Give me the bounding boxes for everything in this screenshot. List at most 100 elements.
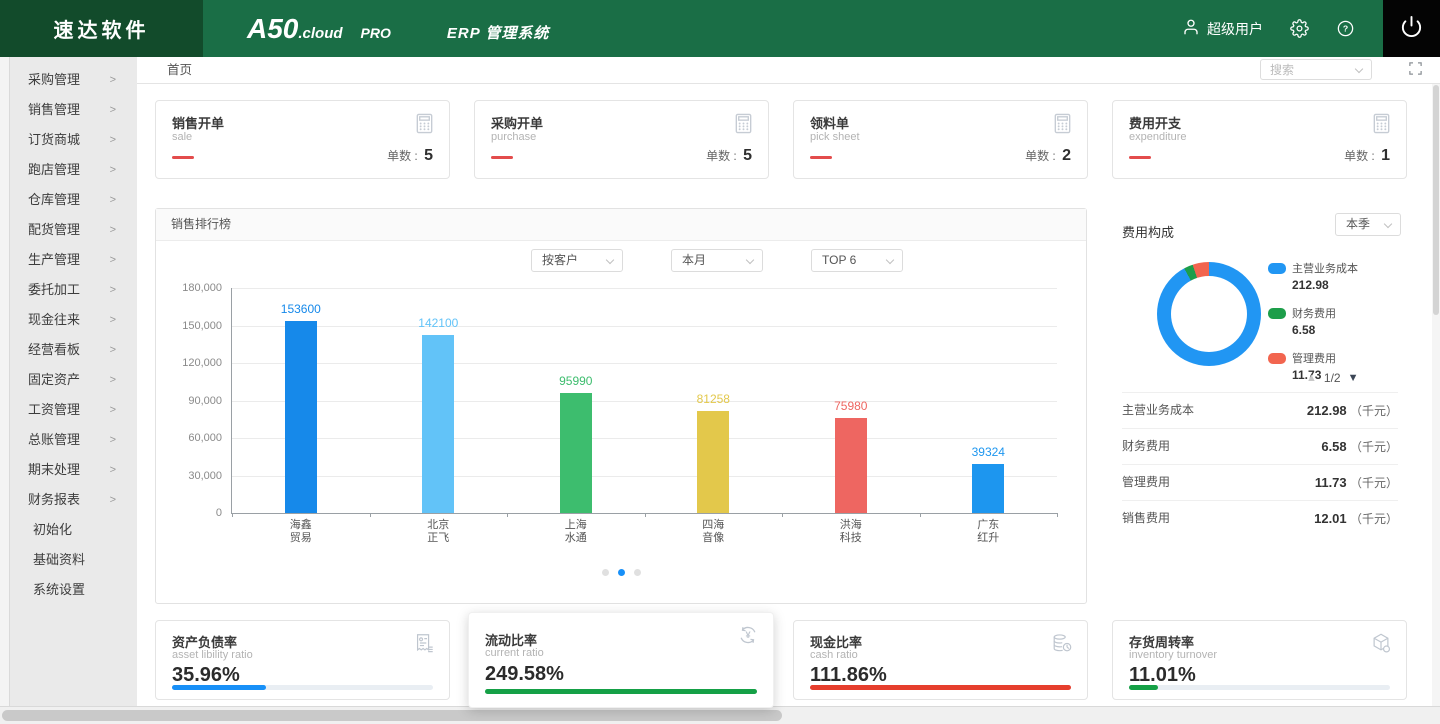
- x-axis-tick: [232, 513, 233, 517]
- count-value: 5: [743, 147, 752, 164]
- legend-label: 管理费用: [1292, 350, 1336, 366]
- pager-down-icon[interactable]: ▼: [1348, 372, 1359, 384]
- stat-card-count: 单数 : 1: [1344, 147, 1390, 165]
- gridline: [232, 401, 1057, 402]
- sidebar-item-18[interactable]: 系统设置: [10, 575, 137, 605]
- y-axis-label: 60,000: [160, 432, 222, 444]
- bar-value-label: 75980: [806, 399, 896, 413]
- ratio-card-3[interactable]: 现金比率cash ratio111.86%: [793, 620, 1088, 700]
- carousel-dot-1[interactable]: [602, 569, 609, 576]
- filter-value: 本月: [682, 253, 706, 267]
- calculator-icon: [1051, 112, 1074, 140]
- horizontal-scrollbar-thumb[interactable]: [2, 710, 782, 721]
- sidebar-item-11[interactable]: 固定资产>: [10, 365, 137, 395]
- stat-card-2[interactable]: 采购开单purchase单数 : 5: [474, 100, 769, 179]
- horizontal-scrollbar: [0, 706, 1440, 724]
- count-label: 单数 :: [706, 149, 740, 163]
- chevron-right-icon: >: [110, 305, 116, 335]
- chevron-right-icon: >: [110, 275, 116, 305]
- chevron-down-icon: [746, 256, 754, 264]
- sidebar-item-15[interactable]: 财务报表>: [10, 485, 137, 515]
- expense-row-label: 管理费用: [1122, 475, 1170, 489]
- x-axis-category-label: 四海音像: [676, 519, 750, 545]
- user-menu[interactable]: 超级用户: [1182, 18, 1263, 39]
- svg-text:?: ?: [1343, 24, 1348, 34]
- sidebar-item-17[interactable]: 基础资料: [10, 545, 137, 575]
- receipt-icon: [413, 632, 435, 659]
- ratio-card-4[interactable]: 存货周转率inventory turnover11.01%: [1112, 620, 1407, 700]
- settings-gear-icon[interactable]: [1290, 19, 1309, 38]
- help-icon[interactable]: ?: [1336, 19, 1355, 38]
- bar-value-label: 81258: [668, 392, 758, 406]
- stat-card-subtitle: purchase: [491, 131, 536, 143]
- pager-up-icon[interactable]: ▲: [1306, 372, 1317, 384]
- count-label: 单数 :: [387, 149, 421, 163]
- carousel-dot-2[interactable]: [618, 569, 625, 576]
- chevron-right-icon: >: [110, 365, 116, 395]
- sales-panel-title: 销售排行榜: [156, 209, 1086, 241]
- tab-home[interactable]: 首页: [157, 57, 202, 83]
- y-axis-label: 0: [160, 507, 222, 519]
- chart-filter-select-1[interactable]: 按客户: [531, 249, 623, 272]
- stat-card-1[interactable]: 销售开单sale单数 : 5: [155, 100, 450, 179]
- progress-track: [172, 685, 433, 690]
- y-axis-label: 180,000: [160, 282, 222, 294]
- x-axis-tick: [645, 513, 646, 517]
- logout-power-button[interactable]: [1383, 0, 1440, 57]
- progress-fill: [485, 689, 757, 694]
- y-axis-label: 90,000: [160, 395, 222, 407]
- sidebar-item-8[interactable]: 委托加工>: [10, 275, 137, 305]
- expense-panel-title: 费用构成: [1122, 222, 1174, 241]
- ratio-card-subtitle: inventory turnover: [1129, 649, 1217, 661]
- sidebar-item-14[interactable]: 期末处理>: [10, 455, 137, 485]
- expense-row-value: 6.58 （千元）: [1321, 429, 1398, 465]
- x-axis-category-label: 广东红升: [951, 519, 1025, 545]
- vertical-scrollbar: [1432, 57, 1440, 707]
- sidebar-item-10[interactable]: 经营看板>: [10, 335, 137, 365]
- sidebar-item-2[interactable]: 销售管理>: [10, 95, 137, 125]
- progress-track: [1129, 685, 1390, 690]
- expense-row-value: 212.98 （千元）: [1307, 393, 1398, 429]
- fullscreen-icon[interactable]: [1408, 61, 1423, 81]
- filter-value: TOP 6: [822, 253, 856, 267]
- count-label: 单数 :: [1025, 149, 1059, 163]
- legend-value: 212.98: [1292, 278, 1358, 292]
- ratio-card-1[interactable]: 资产负债率asset libility ratio35.96%: [155, 620, 450, 700]
- sidebar-item-6[interactable]: 配货管理>: [10, 215, 137, 245]
- sidebar-item-9[interactable]: 现金往来>: [10, 305, 137, 335]
- calculator-icon: [1370, 112, 1393, 140]
- sidebar-item-16[interactable]: 初始化: [10, 515, 137, 545]
- stat-card-subtitle: sale: [172, 131, 192, 143]
- period-filter-select[interactable]: 本季: [1335, 213, 1401, 236]
- ratio-card-subtitle: cash ratio: [810, 649, 858, 661]
- stat-card-3[interactable]: 领料单pick sheet单数 : 2: [793, 100, 1088, 179]
- ratio-card-2[interactable]: 流动比率current ratio249.58%¥: [468, 612, 774, 708]
- sidebar-item-13[interactable]: 总账管理>: [10, 425, 137, 455]
- carousel-dot-3[interactable]: [634, 569, 641, 576]
- vertical-scrollbar-thumb[interactable]: [1433, 85, 1439, 315]
- sidebar-item-7[interactable]: 生产管理>: [10, 245, 137, 275]
- filter-value: 按客户: [542, 253, 578, 267]
- progress-track: [810, 685, 1071, 690]
- stat-card-4[interactable]: 费用开支expenditure单数 : 1: [1112, 100, 1407, 179]
- sidebar-item-12[interactable]: 工资管理>: [10, 395, 137, 425]
- sidebar-item-4[interactable]: 跑店管理>: [10, 155, 137, 185]
- chevron-right-icon: >: [110, 425, 116, 455]
- sidebar-item-1[interactable]: 采购管理>: [10, 65, 137, 95]
- progress-fill: [172, 685, 266, 690]
- sidebar-item-3[interactable]: 订货商城>: [10, 125, 137, 155]
- brand-logo: 速达软件: [0, 0, 203, 57]
- chart-filter-select-3[interactable]: TOP 6: [811, 249, 903, 272]
- expense-row-3: 管理费用11.73 （千元）: [1122, 464, 1398, 500]
- search-input[interactable]: 搜索: [1260, 59, 1372, 80]
- chevron-right-icon: >: [110, 65, 116, 95]
- chart-filter-select-2[interactable]: 本月: [671, 249, 763, 272]
- x-axis-tick: [920, 513, 921, 517]
- legend-swatch: [1268, 263, 1286, 274]
- sidebar-item-5[interactable]: 仓库管理>: [10, 185, 137, 215]
- bar-value-label: 39324: [943, 445, 1033, 459]
- sidebar-collapse-strip[interactable]: [0, 57, 10, 707]
- tab-bar: 首页 搜索: [137, 57, 1440, 84]
- x-axis-category-label: 北京正飞: [401, 519, 475, 545]
- ratio-card-value: 111.86%: [810, 664, 887, 687]
